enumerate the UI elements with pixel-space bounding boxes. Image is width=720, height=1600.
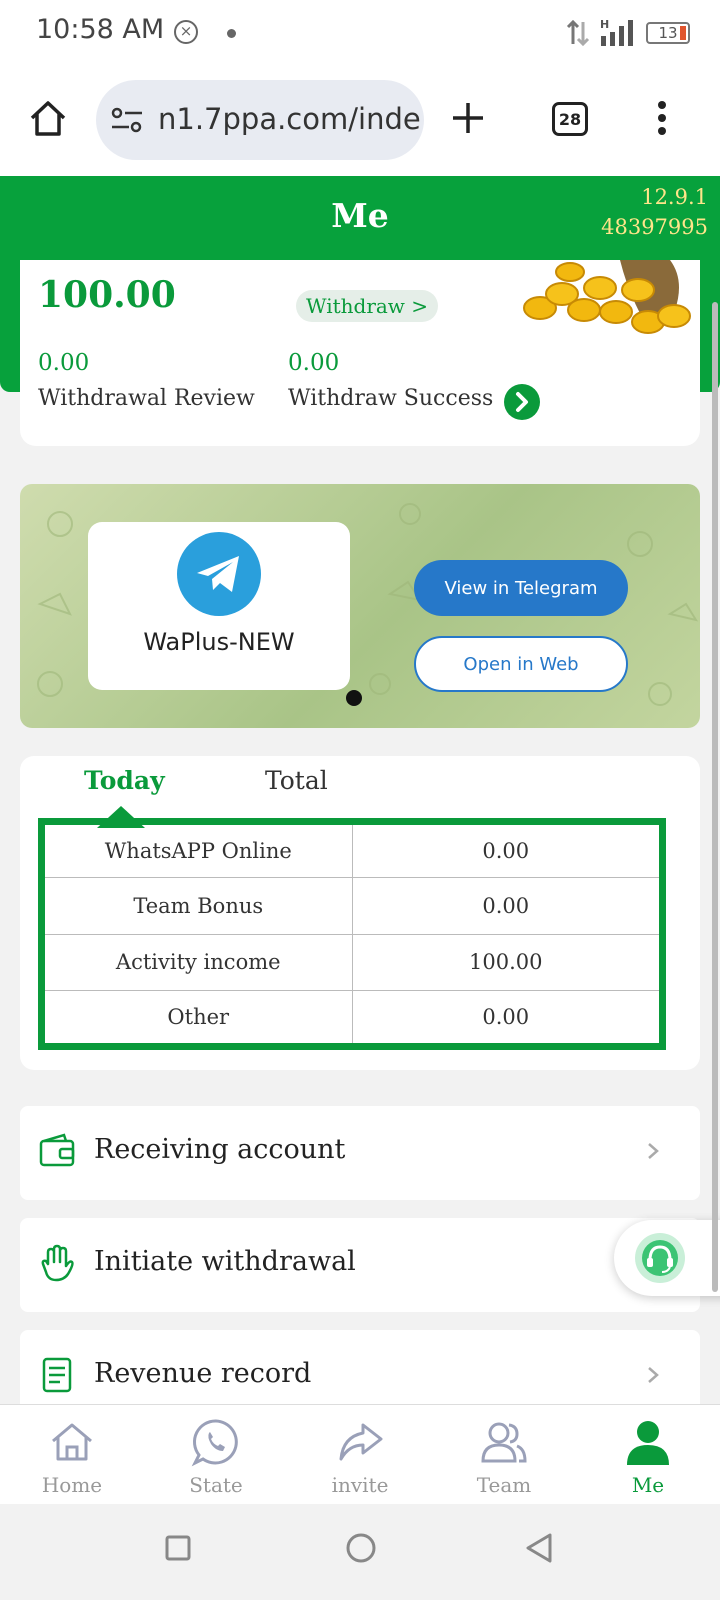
row-value: 0.00 (351, 989, 663, 1048)
view-in-telegram-button[interactable]: View in Telegram (414, 560, 628, 616)
table-row: Team Bonus 0.00 (41, 877, 663, 935)
income-table: WhatsAPP Online 0.00 Team Bonus 0.00 Act… (38, 818, 666, 1050)
nav-item-home[interactable]: Home (0, 1405, 144, 1505)
home-button[interactable] (26, 96, 70, 140)
battery-icon: 13 (646, 22, 690, 44)
row-value: 100.00 (351, 933, 663, 991)
whatsapp-icon (191, 1419, 238, 1467)
withdrawal-review-value: 0.00 (38, 350, 90, 376)
menu-item-receiving-account[interactable]: Receiving account (20, 1106, 700, 1200)
income-stats-card: Today Total WhatsAPP Online 0.00 Team Bo… (20, 756, 700, 1070)
row-label: WhatsAPP Online (41, 820, 353, 879)
telegram-channel-name: WaPlus-NEW (143, 628, 295, 656)
balance-amount: 100.00 (38, 274, 176, 316)
version-info: 12.9.1 48397995 (601, 182, 708, 242)
signal-icon: H (600, 18, 633, 46)
carousel-indicator[interactable] (346, 690, 362, 706)
table-row: Activity income 100.00 (41, 933, 663, 991)
telegram-banner[interactable]: WaPlus-NEW View in Telegram Open in Web (20, 484, 700, 728)
team-icon (481, 1422, 527, 1463)
headset-icon (635, 1233, 685, 1283)
back-icon[interactable] (524, 1532, 554, 1564)
tab-total[interactable]: Total (265, 766, 328, 795)
telegram-icon (177, 532, 261, 616)
chevron-right-icon (648, 1143, 659, 1159)
customer-support-button[interactable] (614, 1220, 720, 1296)
home-icon (52, 1423, 92, 1461)
table-row: WhatsAPP Online 0.00 (41, 820, 663, 879)
menu-item-initiate-withdrawal[interactable]: Initiate withdrawal (20, 1218, 700, 1312)
menu-label: Revenue record (94, 1358, 312, 1389)
withdrawal-review-label: Withdrawal Review (38, 386, 255, 411)
bottom-navigation: Home State invite Team Me (0, 1404, 720, 1504)
home-circle-icon[interactable] (345, 1532, 377, 1564)
network-type-label: H (600, 18, 609, 31)
nav-item-state[interactable]: State (144, 1405, 288, 1505)
browser-toolbar: n1.7ppa.com/inde 28 (0, 66, 720, 176)
row-value: 0.00 (351, 877, 663, 935)
withdraw-success-value: 0.00 (288, 350, 340, 376)
battery-level: 13 (658, 24, 678, 42)
address-bar[interactable]: n1.7ppa.com/inde (96, 80, 424, 160)
open-in-web-button[interactable]: Open in Web (414, 636, 628, 692)
telegram-channel-card: WaPlus-NEW (88, 522, 350, 690)
menu-label: Receiving account (94, 1134, 346, 1165)
home-icon (30, 101, 66, 136)
withdraw-details-button[interactable] (504, 384, 540, 420)
menu-item-revenue-record[interactable]: Revenue record (20, 1330, 700, 1404)
table-row: Other 0.00 (41, 989, 663, 1048)
wallet-icon (39, 1133, 75, 1167)
new-tab-button[interactable] (446, 96, 490, 140)
more-vert-icon (658, 101, 666, 135)
tab-today[interactable]: Today (84, 766, 165, 795)
chevron-right-icon (648, 1367, 659, 1383)
browser-menu-button[interactable] (650, 96, 674, 140)
status-icons: H 13 (566, 16, 690, 50)
url-text[interactable]: n1.7ppa.com/inde (158, 102, 421, 136)
withdraw-success-label: Withdraw Success (288, 386, 494, 411)
row-value: 0.00 (351, 820, 663, 879)
notification-close-icon: × (174, 20, 198, 44)
status-bar: 10:58 AM × H 13 (0, 0, 720, 66)
nav-label: Team (476, 1473, 532, 1497)
version-number: 12.9.1 (641, 185, 708, 209)
balance-card: 100.00 Withdraw > 0.00 Withdrawal Review… (20, 260, 700, 446)
nav-label: State (189, 1473, 243, 1497)
site-settings-icon[interactable] (110, 106, 144, 134)
recents-icon[interactable] (164, 1534, 192, 1562)
row-label: Activity income (41, 933, 353, 991)
share-icon (339, 1423, 383, 1461)
nav-item-invite[interactable]: invite (288, 1405, 432, 1505)
document-icon (42, 1357, 72, 1393)
row-label: Team Bonus (41, 877, 353, 935)
notification-dot-icon (227, 29, 236, 38)
plus-icon (453, 103, 483, 133)
person-icon (627, 1421, 669, 1465)
nav-item-team[interactable]: Team (432, 1405, 576, 1505)
withdraw-button[interactable]: Withdraw > (296, 290, 439, 322)
page-scrollbar[interactable] (712, 302, 718, 1292)
nav-label: invite (331, 1473, 389, 1497)
nav-label: Me (631, 1473, 665, 1497)
nav-label: Home (41, 1473, 103, 1497)
user-id: 48397995 (601, 215, 708, 239)
row-label: Other (41, 989, 353, 1048)
system-navigation-bar (0, 1504, 720, 1600)
menu-label: Initiate withdrawal (94, 1246, 356, 1277)
tab-count: 28 (552, 102, 588, 136)
status-time: 10:58 AM (36, 14, 165, 45)
chevron-right-icon (516, 392, 528, 412)
data-transfer-icon (566, 19, 590, 47)
tab-switcher-button[interactable]: 28 (550, 99, 590, 139)
hand-icon (41, 1244, 74, 1282)
nav-item-me[interactable]: Me (576, 1405, 720, 1505)
page-content: Me 12.9.1 48397995 100.00 Withdraw > 0.0… (0, 176, 720, 1404)
coin-bag-image (523, 260, 691, 334)
